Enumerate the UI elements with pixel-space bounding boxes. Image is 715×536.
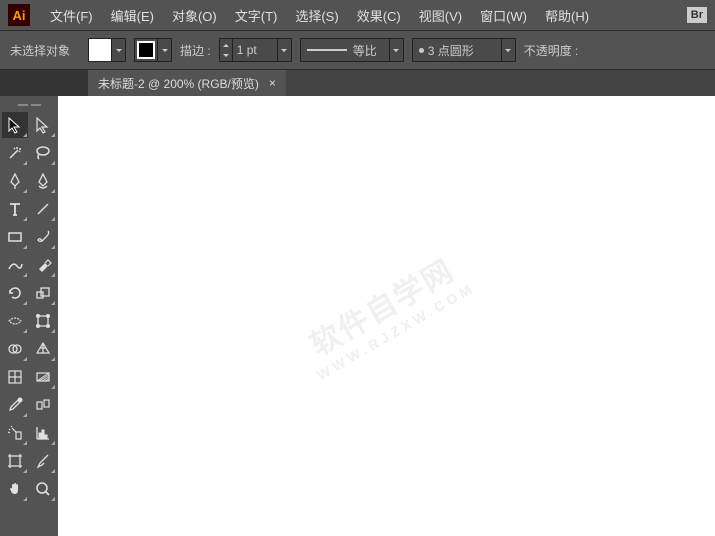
width-tool[interactable] <box>2 308 28 334</box>
menu-type[interactable]: 文字(T) <box>227 2 286 29</box>
menu-help[interactable]: 帮助(H) <box>537 2 597 29</box>
stroke-width-field[interactable]: 1 pt <box>233 38 278 62</box>
gradient-tool[interactable] <box>30 364 56 390</box>
pen-tool[interactable] <box>2 168 28 194</box>
free-transform-tool[interactable] <box>30 308 56 334</box>
tools-panel <box>0 96 58 536</box>
menu-object[interactable]: 对象(O) <box>164 2 225 29</box>
scale-tool[interactable] <box>30 280 56 306</box>
document-tabs: 未标题-2 @ 200% (RGB/预览) × <box>88 70 715 96</box>
tools-header-grip[interactable] <box>2 100 56 110</box>
magic-wand-tool[interactable] <box>2 140 28 166</box>
menu-window[interactable]: 窗口(W) <box>472 2 535 29</box>
selection-status: 未选择对象 <box>10 42 70 59</box>
paintbrush-tool[interactable] <box>30 224 56 250</box>
brush-label: 3 点圆形 <box>428 42 474 59</box>
profile-dropdown[interactable] <box>390 38 404 62</box>
app-logo: Ai <box>8 4 30 26</box>
eraser-tool[interactable] <box>30 252 56 278</box>
menu-bar: Ai 文件(F) 编辑(E) 对象(O) 文字(T) 选择(S) 效果(C) 视… <box>0 0 715 30</box>
fill-swatch[interactable] <box>88 38 112 62</box>
stroke-label: 描边 : <box>180 42 211 59</box>
slice-tool[interactable] <box>30 448 56 474</box>
variable-width-profile[interactable]: 等比 <box>300 38 390 62</box>
document-tab[interactable]: 未标题-2 @ 200% (RGB/预览) × <box>88 70 286 96</box>
shaper-tool[interactable] <box>2 252 28 278</box>
symbol-sprayer-tool[interactable] <box>2 420 28 446</box>
workspace: 软件自学网 WWW.RJZXW.COM <box>0 96 715 536</box>
shape-builder-tool[interactable] <box>2 336 28 362</box>
hand-tool[interactable] <box>2 476 28 502</box>
brush-definition[interactable]: 3 点圆形 <box>412 38 502 62</box>
direct-selection-tool[interactable] <box>30 112 56 138</box>
line-segment-tool[interactable] <box>30 196 56 222</box>
stroke-dropdown[interactable] <box>158 38 172 62</box>
rotate-tool[interactable] <box>2 280 28 306</box>
mesh-tool[interactable] <box>2 364 28 390</box>
perspective-tool[interactable] <box>30 336 56 362</box>
menu-effect[interactable]: 效果(C) <box>349 2 409 29</box>
zoom-tool[interactable] <box>30 476 56 502</box>
type-tool[interactable] <box>2 196 28 222</box>
fill-dropdown[interactable] <box>112 38 126 62</box>
opacity-label: 不透明度 : <box>524 42 579 59</box>
tab-close-button[interactable]: × <box>269 76 276 90</box>
blend-tool[interactable] <box>30 392 56 418</box>
artboard-tool[interactable] <box>2 448 28 474</box>
canvas-area[interactable]: 软件自学网 WWW.RJZXW.COM <box>58 96 715 536</box>
stroke-width-stepper[interactable] <box>219 38 233 62</box>
tab-title: 未标题-2 @ 200% (RGB/预览) <box>98 75 259 92</box>
curvature-tool[interactable] <box>30 168 56 194</box>
bridge-button[interactable]: Br <box>687 7 707 23</box>
menu-file[interactable]: 文件(F) <box>42 2 101 29</box>
eyedropper-tool[interactable] <box>2 392 28 418</box>
selection-tool[interactable] <box>2 112 28 138</box>
menu-view[interactable]: 视图(V) <box>411 2 470 29</box>
brush-dot-icon <box>419 48 424 53</box>
menu-edit[interactable]: 编辑(E) <box>103 2 162 29</box>
options-bar: 未选择对象 描边 : 1 pt 等比 3 点圆形 不透明度 : <box>0 30 715 70</box>
watermark: 软件自学网 WWW.RJZXW.COM <box>296 248 478 383</box>
stroke-width-dropdown[interactable] <box>278 38 292 62</box>
brush-dropdown[interactable] <box>502 38 516 62</box>
menu-select[interactable]: 选择(S) <box>287 2 346 29</box>
profile-label: 等比 <box>353 42 377 59</box>
lasso-tool[interactable] <box>30 140 56 166</box>
column-graph-tool[interactable] <box>30 420 56 446</box>
rectangle-tool[interactable] <box>2 224 28 250</box>
stroke-swatch[interactable] <box>134 38 158 62</box>
profile-line-icon <box>307 49 347 51</box>
